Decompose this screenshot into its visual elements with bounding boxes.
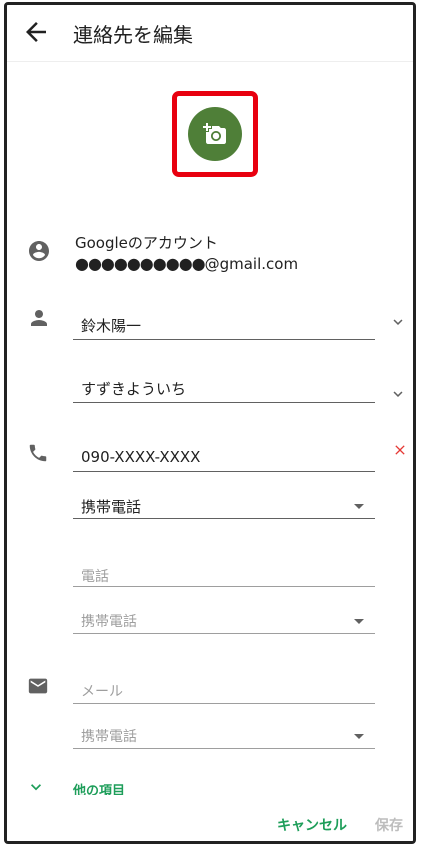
email-underline bbox=[73, 703, 375, 704]
email-type-dropdown-icon[interactable] bbox=[354, 734, 364, 739]
additional-phone-field[interactable]: 電話 bbox=[81, 566, 109, 586]
name-field[interactable]: 鈴木陽一 bbox=[81, 315, 141, 336]
name-underline bbox=[73, 339, 375, 340]
expand-name-chevron-down-icon[interactable] bbox=[389, 313, 407, 331]
cancel-button[interactable]: キャンセル bbox=[277, 815, 347, 835]
back-arrow-icon[interactable] bbox=[21, 17, 51, 47]
email-domain: @gmail.com bbox=[204, 255, 299, 273]
person-icon bbox=[27, 306, 51, 330]
phone-type-select[interactable]: 携帯電話 bbox=[81, 496, 141, 517]
phone-type-underline bbox=[73, 518, 375, 519]
clear-phone-close-icon[interactable] bbox=[392, 442, 408, 462]
reading-field[interactable]: すずきよういち bbox=[81, 378, 186, 399]
save-button[interactable]: 保存 bbox=[375, 815, 403, 835]
masked-email: ●●●●●●●●●● bbox=[75, 254, 206, 273]
account-circle-icon bbox=[27, 239, 51, 263]
phone-icon bbox=[27, 442, 49, 464]
additional-phone-underline bbox=[73, 586, 375, 587]
photo-highlight bbox=[172, 91, 258, 177]
expand-reading-chevron-down-icon[interactable] bbox=[389, 385, 407, 403]
additional-phone-type-select[interactable]: 携帯電話 bbox=[81, 611, 137, 631]
account-email: ●●●●●●●●●●@gmail.com bbox=[75, 254, 298, 273]
email-field[interactable]: メール bbox=[81, 681, 123, 701]
add-photo-icon bbox=[203, 123, 226, 144]
additional-phone-type-underline bbox=[73, 633, 375, 634]
app-bar: 連絡先を編集 bbox=[7, 5, 413, 62]
additional-phone-type-dropdown-icon[interactable] bbox=[354, 619, 364, 624]
phone-frame: 連絡先を編集 Googleのアカウント ●●●●●●●●●●@gmail.com… bbox=[4, 2, 416, 844]
add-photo-button[interactable] bbox=[188, 107, 242, 161]
email-type-select[interactable]: 携帯電話 bbox=[81, 726, 137, 746]
phone-underline bbox=[73, 471, 375, 472]
email-type-underline bbox=[73, 748, 375, 749]
bottom-action-bar: キャンセル 保存 bbox=[7, 795, 413, 841]
phone-number-field[interactable]: 090-XXXX-XXXX bbox=[81, 448, 200, 466]
account-label: Googleのアカウント bbox=[75, 234, 218, 252]
phone-type-dropdown-icon[interactable] bbox=[354, 504, 364, 509]
page-title: 連絡先を編集 bbox=[73, 23, 193, 47]
reading-underline bbox=[73, 402, 375, 403]
mail-icon bbox=[27, 675, 49, 697]
